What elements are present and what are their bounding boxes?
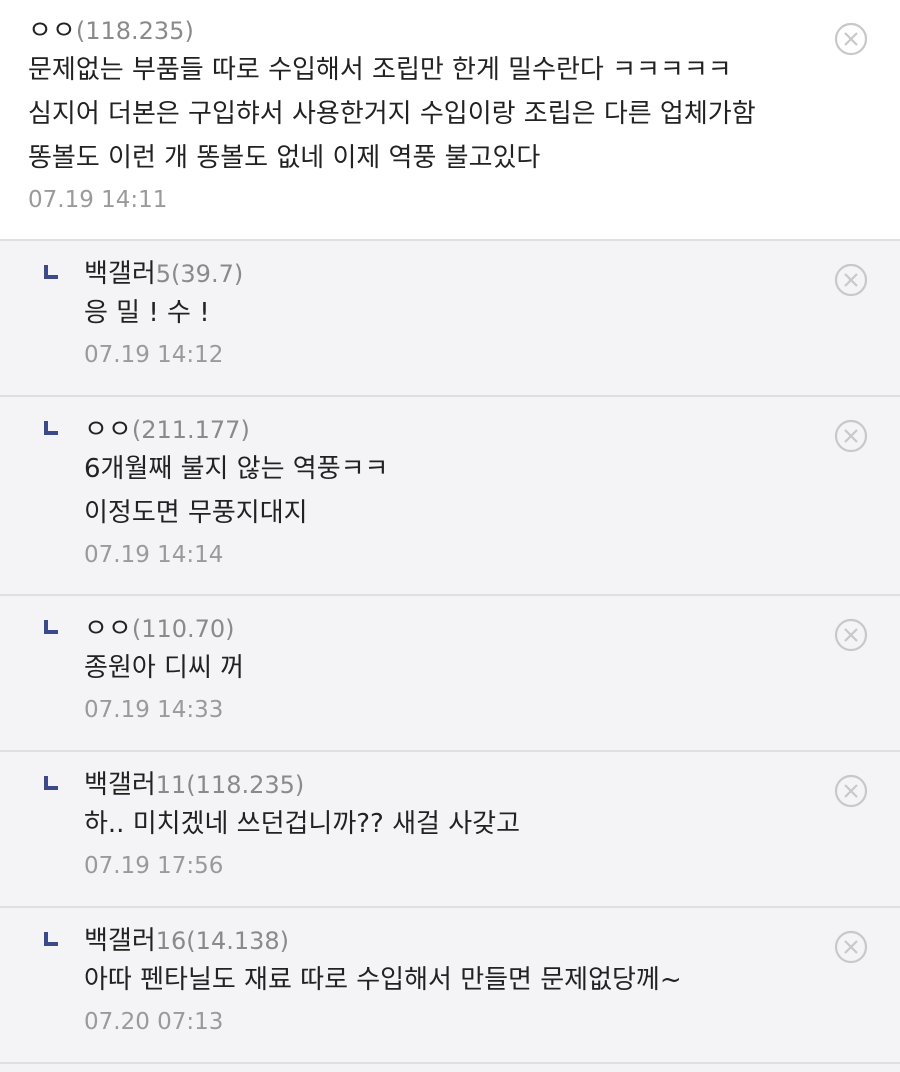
reply-arrow-icon: [44, 620, 58, 634]
delete-button[interactable]: [834, 618, 868, 652]
delete-button[interactable]: [834, 22, 868, 56]
comment-date: 07.19 17:56: [84, 853, 224, 879]
delete-button[interactable]: [834, 263, 868, 297]
comment-text: 하.. 미치겠네 쓰던겁니까?? 새걸 사갖고: [84, 809, 520, 839]
comment-author: ㅇㅇ(211.177): [84, 413, 820, 447]
author-ip: 16(14.138): [155, 927, 290, 955]
author-ip: (118.235): [75, 17, 194, 45]
author-nickname[interactable]: ㅇㅇ: [84, 614, 132, 644]
delete-button[interactable]: [834, 774, 868, 808]
comment-thread: ㅇㅇ(118.235) 문제없는 부품들 따로 수입해서 조립만 한게 밀수란다…: [0, 0, 900, 1072]
reply-comment: ㅇㅇ(110.70) 종원아 디씨 꺼 07.19 14:33: [0, 596, 900, 752]
comment-text: 심지어 더본은 구입햐서 사용한거지 수입이랑 조립은 다른 업체가함: [28, 99, 756, 129]
comment-text: 종원아 디씨 꺼: [84, 653, 245, 683]
reply-comment: 백갤러16(14.138) 아따 펜타닐도 재료 따로 수입해서 만들면 문제없…: [0, 908, 900, 1064]
comment-date: 07.19 14:12: [84, 342, 224, 368]
close-circle-icon: [834, 618, 868, 652]
close-circle-icon: [834, 774, 868, 808]
comment-author: 백갤러11(118.235): [84, 768, 820, 802]
author-ip: 11(118.235): [155, 771, 305, 799]
author-ip: (110.70): [131, 615, 235, 643]
comment-author: ㅇㅇ(110.70): [84, 612, 820, 646]
reply-arrow-icon: [44, 265, 58, 279]
reply-comment: ㅇㅇ(211.177) 6개월째 불지 않는 역풍ㅋㅋ 이정도면 무풍지대지 0…: [0, 397, 900, 596]
reply-comment: 백갤러5(39.7) 응 밀 ! 수 ! 07.19 14:12: [0, 241, 900, 397]
comment-author: ㅇㅇ(118.235): [28, 14, 820, 48]
author-ip: 5(39.7): [155, 260, 244, 288]
delete-button[interactable]: [834, 930, 868, 964]
author-nickname[interactable]: ㅇㅇ: [28, 16, 76, 46]
close-circle-icon: [834, 419, 868, 453]
reply-arrow-icon: [44, 776, 58, 790]
author-nickname[interactable]: ㅇㅇ: [84, 415, 132, 445]
close-circle-icon: [834, 930, 868, 964]
comment-date: 07.20 07:13: [84, 1009, 224, 1035]
author-nickname[interactable]: 백갤러: [84, 926, 156, 956]
close-circle-icon: [834, 22, 868, 56]
comment: ㅇㅇ(118.235) 문제없는 부품들 따로 수입해서 조립만 한게 밀수란다…: [0, 0, 900, 241]
author-ip: (211.177): [131, 416, 250, 444]
comment-date: 07.19 14:11: [28, 187, 168, 213]
close-circle-icon: [834, 263, 868, 297]
author-nickname[interactable]: 백갤러: [84, 770, 156, 800]
comment-text: 이정도면 무풍지대지: [84, 498, 308, 528]
reply-arrow-icon: [44, 932, 58, 946]
author-nickname[interactable]: 백갤러: [84, 259, 156, 289]
comment-text: 문제없는 부품들 따로 수입해서 조립만 한게 밀수란다 ㅋㅋㅋㅋㅋ: [28, 55, 732, 85]
delete-button[interactable]: [834, 419, 868, 453]
comment-author: 백갤러5(39.7): [84, 257, 820, 291]
comment-text: 6개월째 불지 않는 역풍ㅋㅋ: [84, 454, 389, 484]
comment-date: 07.19 14:33: [84, 697, 224, 723]
comment-text: 똥볼도 이런 개 똥볼도 없네 이제 역풍 불고있다: [28, 143, 541, 173]
comment-author: 백갤러16(14.138): [84, 924, 820, 958]
comment-text: 아따 펜타닐도 재료 따로 수입해서 만들면 문제없당께~: [84, 965, 682, 995]
reply-comment: 백갤러11(118.235) 하.. 미치겠네 쓰던겁니까?? 새걸 사갖고 0…: [0, 752, 900, 908]
reply-arrow-icon: [44, 421, 58, 435]
comment-text: 응 밀 ! 수 !: [84, 298, 210, 328]
comment-date: 07.19 14:14: [84, 542, 224, 568]
